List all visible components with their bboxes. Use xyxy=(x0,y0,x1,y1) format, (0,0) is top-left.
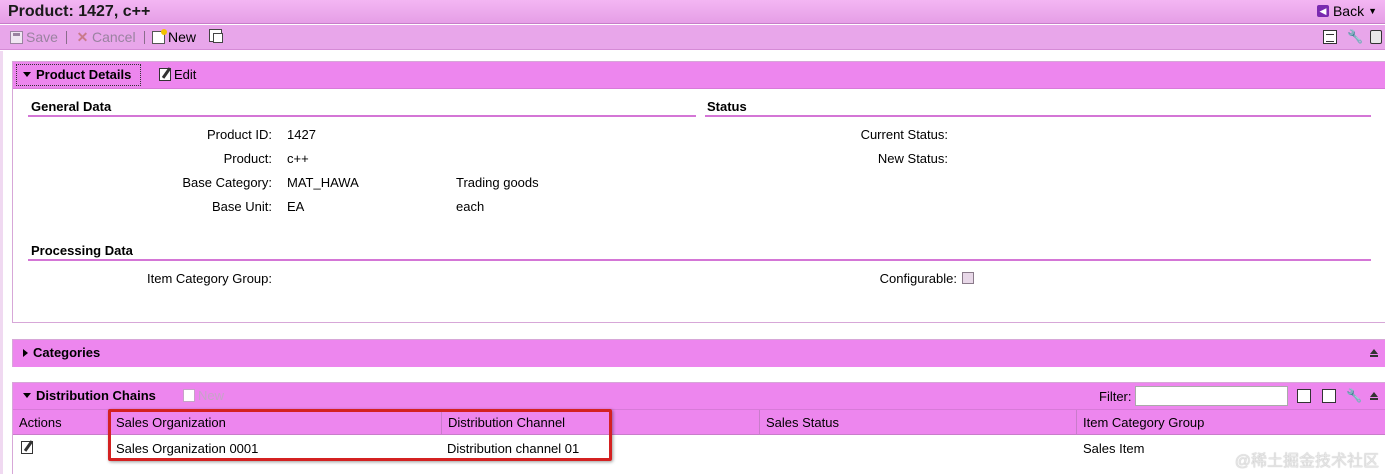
watermark: @稀土掘金技术社区 xyxy=(1234,453,1379,470)
settings-key-icon[interactable]: 🔧 xyxy=(1346,389,1362,403)
new-button[interactable]: New xyxy=(152,28,197,45)
collapse-icon[interactable] xyxy=(1370,392,1379,401)
column-header-sales-organization[interactable]: Sales Organization xyxy=(110,410,442,435)
base-category-label: Base Category: xyxy=(182,175,272,190)
product-id-label: Product ID: xyxy=(206,127,272,142)
base-unit-description: each xyxy=(456,199,485,214)
product-details-title: Product Details xyxy=(36,67,132,82)
expand-arrow-icon xyxy=(23,72,31,77)
new-label: New xyxy=(168,29,197,45)
product-details-panel: Product Details Edit General Data Status… xyxy=(12,61,1385,323)
status-title: Status xyxy=(707,99,747,114)
distribution-channel-cell: Distribution channel 01 xyxy=(447,441,580,456)
base-unit-label: Base Unit: xyxy=(212,199,272,214)
section-divider xyxy=(705,115,1371,117)
distribution-chains-title: Distribution Chains xyxy=(36,388,156,403)
export-icon[interactable] xyxy=(1322,389,1336,403)
column-header-item-category-group[interactable]: Item Category Group xyxy=(1077,410,1385,435)
base-category-description: Trading goods xyxy=(456,175,539,190)
categories-toggle[interactable]: Categories xyxy=(23,345,100,360)
section-divider xyxy=(28,259,1371,261)
categories-header: Categories xyxy=(13,340,1385,367)
new-document-icon xyxy=(183,389,195,402)
collapse-icon[interactable] xyxy=(1370,349,1379,358)
chevron-down-icon: ▼ xyxy=(1368,6,1377,16)
collapsed-arrow-icon xyxy=(23,348,28,357)
product-value: c++ xyxy=(287,151,309,166)
title-bar: Product: 1427, c++ ◀ Back ▼ xyxy=(0,0,1385,24)
base-category-value: MAT_HAWA xyxy=(287,175,359,190)
distribution-new-label: New xyxy=(198,388,225,403)
item-category-group-label: Item Category Group: xyxy=(147,271,272,286)
page-left-border xyxy=(0,51,3,474)
copy-icon xyxy=(209,29,223,43)
save-icon xyxy=(10,30,23,44)
back-label: Back xyxy=(1332,3,1365,19)
sales-organization-cell: Sales Organization 0001 xyxy=(116,441,259,456)
filter-label: Filter: xyxy=(1099,389,1132,404)
print-icon[interactable] xyxy=(1370,30,1382,44)
cancel-button[interactable]: ✕ Cancel xyxy=(76,29,136,45)
categories-title: Categories xyxy=(33,345,101,360)
sales-status-cell xyxy=(761,436,1077,461)
product-id-value: 1427 xyxy=(287,127,316,142)
save-label: Save xyxy=(26,29,58,45)
current-status-label: Current Status: xyxy=(860,127,948,142)
distribution-chains-toggle[interactable]: Distribution Chains xyxy=(23,388,156,403)
copy-button[interactable] xyxy=(209,29,223,43)
expand-arrow-icon xyxy=(23,393,31,398)
toolbar-divider xyxy=(144,31,145,44)
section-divider xyxy=(28,115,696,117)
distribution-chains-panel: Distribution Chains New Filter: 🔧 Action… xyxy=(12,382,1385,474)
back-arrow-icon: ◀ xyxy=(1316,5,1329,17)
general-data-title: General Data xyxy=(31,99,112,114)
key-icon[interactable]: 🔧 xyxy=(1347,30,1363,44)
distribution-new-button[interactable]: New xyxy=(183,388,224,403)
table-row[interactable]: Sales Organization 0001 Distribution cha… xyxy=(13,436,1385,461)
document-icon[interactable] xyxy=(1323,30,1337,44)
main-toolbar: Save ✕ Cancel New 🔧 xyxy=(0,25,1385,50)
toolbar-divider xyxy=(66,31,67,44)
filter-input[interactable] xyxy=(1135,386,1288,406)
configurable-checkbox[interactable] xyxy=(962,272,974,284)
page-title: Product: 1427, c++ xyxy=(8,3,151,20)
new-status-label: New Status: xyxy=(877,151,948,166)
cancel-icon: ✕ xyxy=(76,28,89,45)
table-header: Actions Sales Organization Distribution … xyxy=(13,410,1385,435)
edit-icon xyxy=(159,68,171,81)
row-actions-cell xyxy=(17,436,110,461)
distribution-chains-header: Distribution Chains New Filter: 🔧 xyxy=(13,383,1385,410)
product-details-header: Product Details Edit xyxy=(13,62,1385,89)
categories-panel: Categories xyxy=(12,339,1385,367)
save-button[interactable]: Save xyxy=(10,29,58,45)
cancel-label: Cancel xyxy=(92,29,136,45)
edit-button[interactable]: Edit xyxy=(159,67,196,82)
product-label: Product: xyxy=(223,151,272,166)
edit-icon[interactable] xyxy=(21,441,33,454)
processing-data-title: Processing Data xyxy=(31,243,133,258)
edit-label: Edit xyxy=(174,67,197,82)
column-header-sales-status[interactable]: Sales Status xyxy=(760,410,1077,435)
column-header-actions[interactable]: Actions xyxy=(13,410,110,435)
chart-icon[interactable] xyxy=(1297,389,1311,403)
configurable-label: Configurable: xyxy=(879,271,957,286)
product-details-toggle[interactable]: Product Details xyxy=(23,67,131,82)
back-button[interactable]: ◀ Back ▼ xyxy=(1316,3,1377,19)
base-unit-value: EA xyxy=(287,199,305,214)
new-document-icon xyxy=(152,28,167,44)
column-header-distribution-channel[interactable]: Distribution Channel xyxy=(442,410,760,435)
